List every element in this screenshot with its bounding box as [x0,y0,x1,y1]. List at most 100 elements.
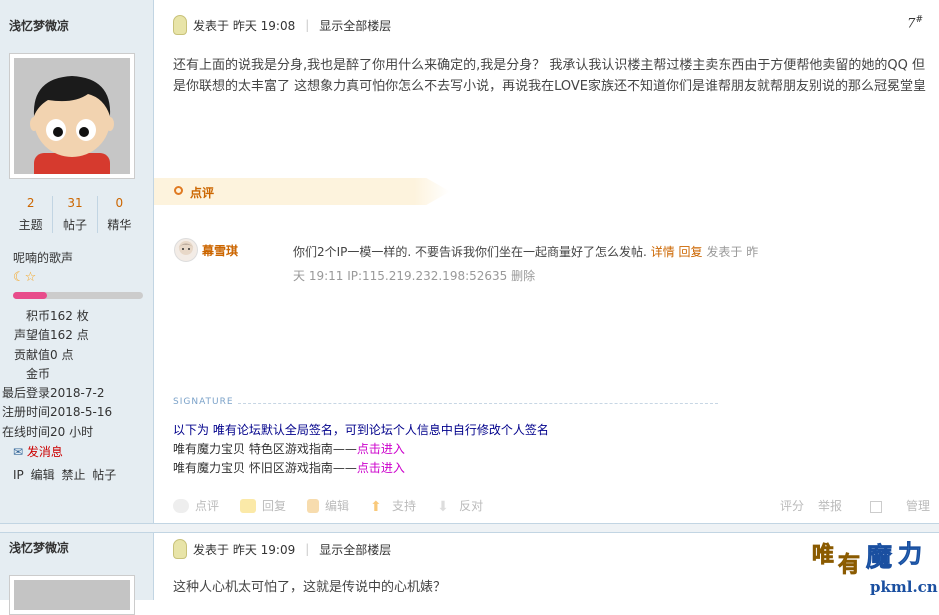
stat-posts-label: 帖子 [62,218,87,232]
admin-edit-link[interactable]: 编辑 [31,468,55,482]
level-progress-fill [13,292,47,299]
level-progress-bar [13,292,143,299]
show-all-floors-link[interactable]: 显示全部楼层 [319,17,391,34]
signature-line-1: 以下为 唯有论坛默认全局签名，可到论坛个人信息中自行修改个人签名 [173,423,549,437]
post-body: 还有上面的说我是分身,我也是醉了你用什么来确定的,我是分身？ 我承认我认识楼主帮… [173,58,927,94]
signature-line-3: 唯有魔力宝贝 怀旧区游戏指南——点击进入 [173,461,405,475]
mail-icon: ✉ [13,445,24,459]
comment-action[interactable]: 点评 [173,497,219,514]
dianping-label: 点评 [190,186,215,200]
avatar[interactable] [9,53,135,179]
post2-header: 发表于 昨天 19:09 | 显示全部楼层 [173,539,391,559]
post2-time: 发表于 昨天 19:09 [193,542,296,557]
info-value: 162 枚 [50,309,89,323]
stat-digest[interactable]: 0 精华 [98,196,141,233]
info-key: 声望值 [13,328,50,343]
thumbs-up-icon: ⬆ [370,498,382,515]
user-title: 呢喃的歌声 [13,251,74,265]
comment-reply-link[interactable]: 回复 [679,245,703,259]
logo-domain: pkml.cn [870,578,938,596]
info-row: 最后登录 2018-7-2 [0,384,112,403]
edit-icon [307,498,320,513]
comment-text: 你们2个IP一模一样的. 不要告诉我你们坐在一起商量好了怎么发帖. [293,245,647,259]
info-row: 金币 [0,365,112,384]
post-content: 发表于 昨天 19:08 | 显示全部楼层 7# 还有上面的说我是分身,我也是醉… [154,0,939,523]
stat-threads[interactable]: 2 主题 [9,196,54,233]
author-sidebar: 浅忆梦微凉 2 主题 31 帖子 0 精华 呢喃的歌声 ☾☆ 积币 162 枚 … [0,0,154,615]
avatar-image-2 [14,580,130,610]
info-row: 声望值 162 点 [0,326,112,345]
comment-icon [173,498,189,513]
comment-avatar[interactable] [174,238,198,262]
author-name[interactable]: 浅忆梦微凉 [9,17,69,34]
rate-link[interactable]: 评分 [780,497,804,514]
reply-icon [240,498,257,513]
header-separator-2: | [305,542,310,556]
header-separator: | [305,18,310,32]
report-link[interactable]: 举报 [818,497,842,514]
comment-detail-link[interactable]: 详情 [651,245,675,259]
post2-body: 这种人心机太可怕了，这就是传说中的心机婊？ [173,580,447,595]
author-stats: 2 主题 31 帖子 0 精华 [9,196,141,233]
admin-links: IP 编辑 禁止 帖子 [13,466,119,483]
dianping-header: 点评 [154,178,450,205]
comment-time-prefix: 发表于 昨 [706,245,759,259]
author-name-2[interactable]: 浅忆梦微凉 [9,539,69,556]
comment-content: 你们2个IP一模一样的. 不要告诉我你们坐在一起商量好了怎么发帖. 详情 回复 … [293,240,773,288]
info-value: 162 点 [50,328,89,343]
info-key: 贡献值 [13,347,50,362]
edit-action[interactable]: 编辑 [307,497,349,514]
post-actions: 点评 回复 编辑 ⬆ 支持 ⬇ 反对 [173,497,504,515]
stat-digest-count: 0 [115,196,124,210]
info-row: 积币 162 枚 [0,307,112,326]
info-key: 最后登录 [1,386,50,401]
admin-ban-link[interactable]: 禁止 [61,468,85,482]
info-value: 0 点 [50,347,74,362]
info-key: 积币 [25,309,50,323]
thumbs-down-icon: ⬇ [437,498,449,515]
send-message-label: 发消息 [26,445,63,459]
logo-char-2: 有 [838,552,860,578]
info-row: 在线时间 20 小时 [0,423,112,442]
online-status-icon [173,15,187,35]
stat-digest-label: 精华 [107,218,132,232]
signature-line-2: 唯有魔力宝贝 特色区游戏指南——点击进入 [173,442,405,456]
info-value: 2018-5-16 [50,405,113,420]
signature-divider [238,403,718,404]
logo-char-4: 力 [898,540,922,568]
admin-posts-link[interactable]: 帖子 [92,468,116,482]
stat-threads-label: 主题 [18,218,43,232]
site-logo: 唯 有 魔 力 pkml.cn [810,528,938,596]
user-info-list: 积币 162 枚 声望值 162 点 贡献值 0 点 金币 最后登录 2018-7-2 … [0,307,112,442]
send-message-link[interactable]: ✉ 发消息 [13,443,63,460]
floor-number[interactable]: 7# [907,15,923,31]
post-divider [0,523,939,533]
reply-action[interactable]: 回复 [240,497,286,514]
admin-ip-link[interactable]: IP [13,468,24,482]
info-row: 注册时间 2018-5-16 [0,403,112,422]
post-header: 发表于 昨天 19:08 | 显示全部楼层 [173,15,391,35]
stat-posts[interactable]: 31 帖子 [53,196,98,233]
comment-time-ip: 天 19:11 IP:115.219.232.198:52635 删除 [293,269,536,283]
level-stars-icon: ☾☆ [13,270,37,285]
online-status-icon-2 [173,539,187,559]
manage-checkbox[interactable] [869,500,882,513]
dianping-circle-icon [174,186,183,195]
avatar-2[interactable] [9,575,135,615]
signature-label: SIGNATURE [173,397,234,407]
info-value: 20 小时 [50,424,94,439]
support-action[interactable]: ⬆ 支持 [370,497,416,515]
info-row: 贡献值 0 点 [0,346,112,365]
signature-link-1[interactable]: 点击进入 [357,442,405,456]
info-value: 2018-7-2 [50,386,105,401]
post-admin-actions: 评分 举报 管理 [766,497,930,514]
logo-char-3: 魔 [866,543,892,573]
show-all-floors-link-2[interactable]: 显示全部楼层 [319,541,391,558]
logo-char-1: 唯 [812,543,834,568]
manage-action[interactable]: 管理 [856,497,930,514]
signature-link-2[interactable]: 点击进入 [357,461,405,475]
info-key: 在线时间 [1,424,50,439]
oppose-action[interactable]: ⬇ 反对 [437,497,483,515]
avatar-image [14,58,130,174]
comment-author[interactable]: 幕雪琪 [202,242,238,259]
